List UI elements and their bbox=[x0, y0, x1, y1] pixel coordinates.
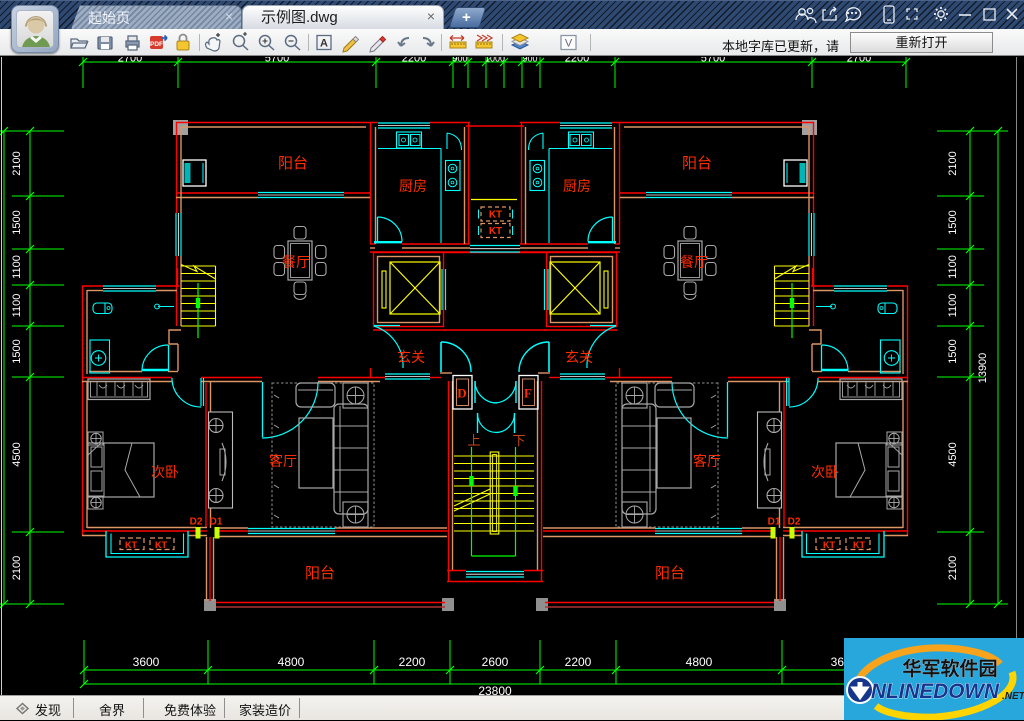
svg-text:2100: 2100 bbox=[11, 151, 23, 175]
svg-text:1500: 1500 bbox=[11, 210, 23, 234]
svg-text:1100: 1100 bbox=[947, 255, 959, 279]
svg-text:D1: D1 bbox=[210, 517, 223, 528]
svg-text:4800: 4800 bbox=[278, 655, 305, 669]
svg-text:1100: 1100 bbox=[11, 255, 23, 279]
svg-text:客厅: 客厅 bbox=[269, 453, 297, 469]
svg-text:2100: 2100 bbox=[11, 556, 23, 580]
svg-text:F: F bbox=[524, 386, 532, 401]
svg-text:阳台: 阳台 bbox=[682, 155, 712, 172]
svg-text:2200: 2200 bbox=[565, 655, 592, 669]
svg-text:2100: 2100 bbox=[947, 151, 959, 175]
svg-text:阳台: 阳台 bbox=[655, 565, 685, 582]
svg-text:上: 上 bbox=[467, 433, 480, 448]
svg-text:D2: D2 bbox=[190, 517, 203, 528]
svg-text:V: V bbox=[565, 38, 573, 50]
svg-text:厨房: 厨房 bbox=[563, 178, 591, 194]
svg-text:4500: 4500 bbox=[11, 442, 23, 466]
svg-text:2600: 2600 bbox=[482, 655, 509, 669]
svg-text:1100: 1100 bbox=[11, 294, 23, 318]
svg-text:次卧: 次卧 bbox=[811, 464, 839, 480]
svg-text:玄关: 玄关 bbox=[565, 349, 593, 365]
svg-text:1500: 1500 bbox=[947, 210, 959, 234]
svg-text:1500: 1500 bbox=[947, 339, 959, 363]
svg-text:次卧: 次卧 bbox=[151, 464, 179, 480]
svg-text:PDF: PDF bbox=[150, 41, 163, 48]
svg-text:.NET: .NET bbox=[1002, 691, 1024, 702]
svg-text:KT: KT bbox=[489, 226, 502, 237]
svg-text:1500: 1500 bbox=[11, 339, 23, 363]
svg-text:KT: KT bbox=[155, 540, 167, 550]
svg-text:阳台: 阳台 bbox=[305, 565, 335, 582]
svg-text:KT: KT bbox=[853, 540, 865, 550]
svg-text:2100: 2100 bbox=[947, 556, 959, 580]
svg-text:NLINEDOWN: NLINEDOWN bbox=[871, 680, 1000, 703]
svg-text:华军软件园: 华军软件园 bbox=[902, 657, 997, 680]
svg-text:4500: 4500 bbox=[947, 442, 959, 466]
svg-text:A: A bbox=[320, 38, 328, 50]
svg-text:4800: 4800 bbox=[686, 655, 713, 669]
svg-text:玄关: 玄关 bbox=[397, 349, 425, 365]
svg-text:2200: 2200 bbox=[399, 655, 426, 669]
svg-text:13900: 13900 bbox=[977, 353, 989, 384]
svg-text:下: 下 bbox=[512, 433, 525, 448]
svg-text:3600: 3600 bbox=[133, 655, 160, 669]
svg-text:D: D bbox=[457, 386, 466, 401]
svg-text:KT: KT bbox=[125, 540, 137, 550]
svg-text:D1: D1 bbox=[768, 517, 781, 528]
svg-text:客厅: 客厅 bbox=[693, 453, 721, 469]
svg-text:KT: KT bbox=[823, 540, 835, 550]
svg-text:1100: 1100 bbox=[947, 294, 959, 318]
svg-text:阳台: 阳台 bbox=[278, 155, 308, 172]
svg-text:D2: D2 bbox=[788, 517, 801, 528]
svg-text:厨房: 厨房 bbox=[399, 178, 427, 194]
svg-text:餐厅: 餐厅 bbox=[282, 254, 310, 270]
svg-text:餐厅: 餐厅 bbox=[680, 254, 708, 270]
svg-text:KT: KT bbox=[489, 210, 502, 221]
